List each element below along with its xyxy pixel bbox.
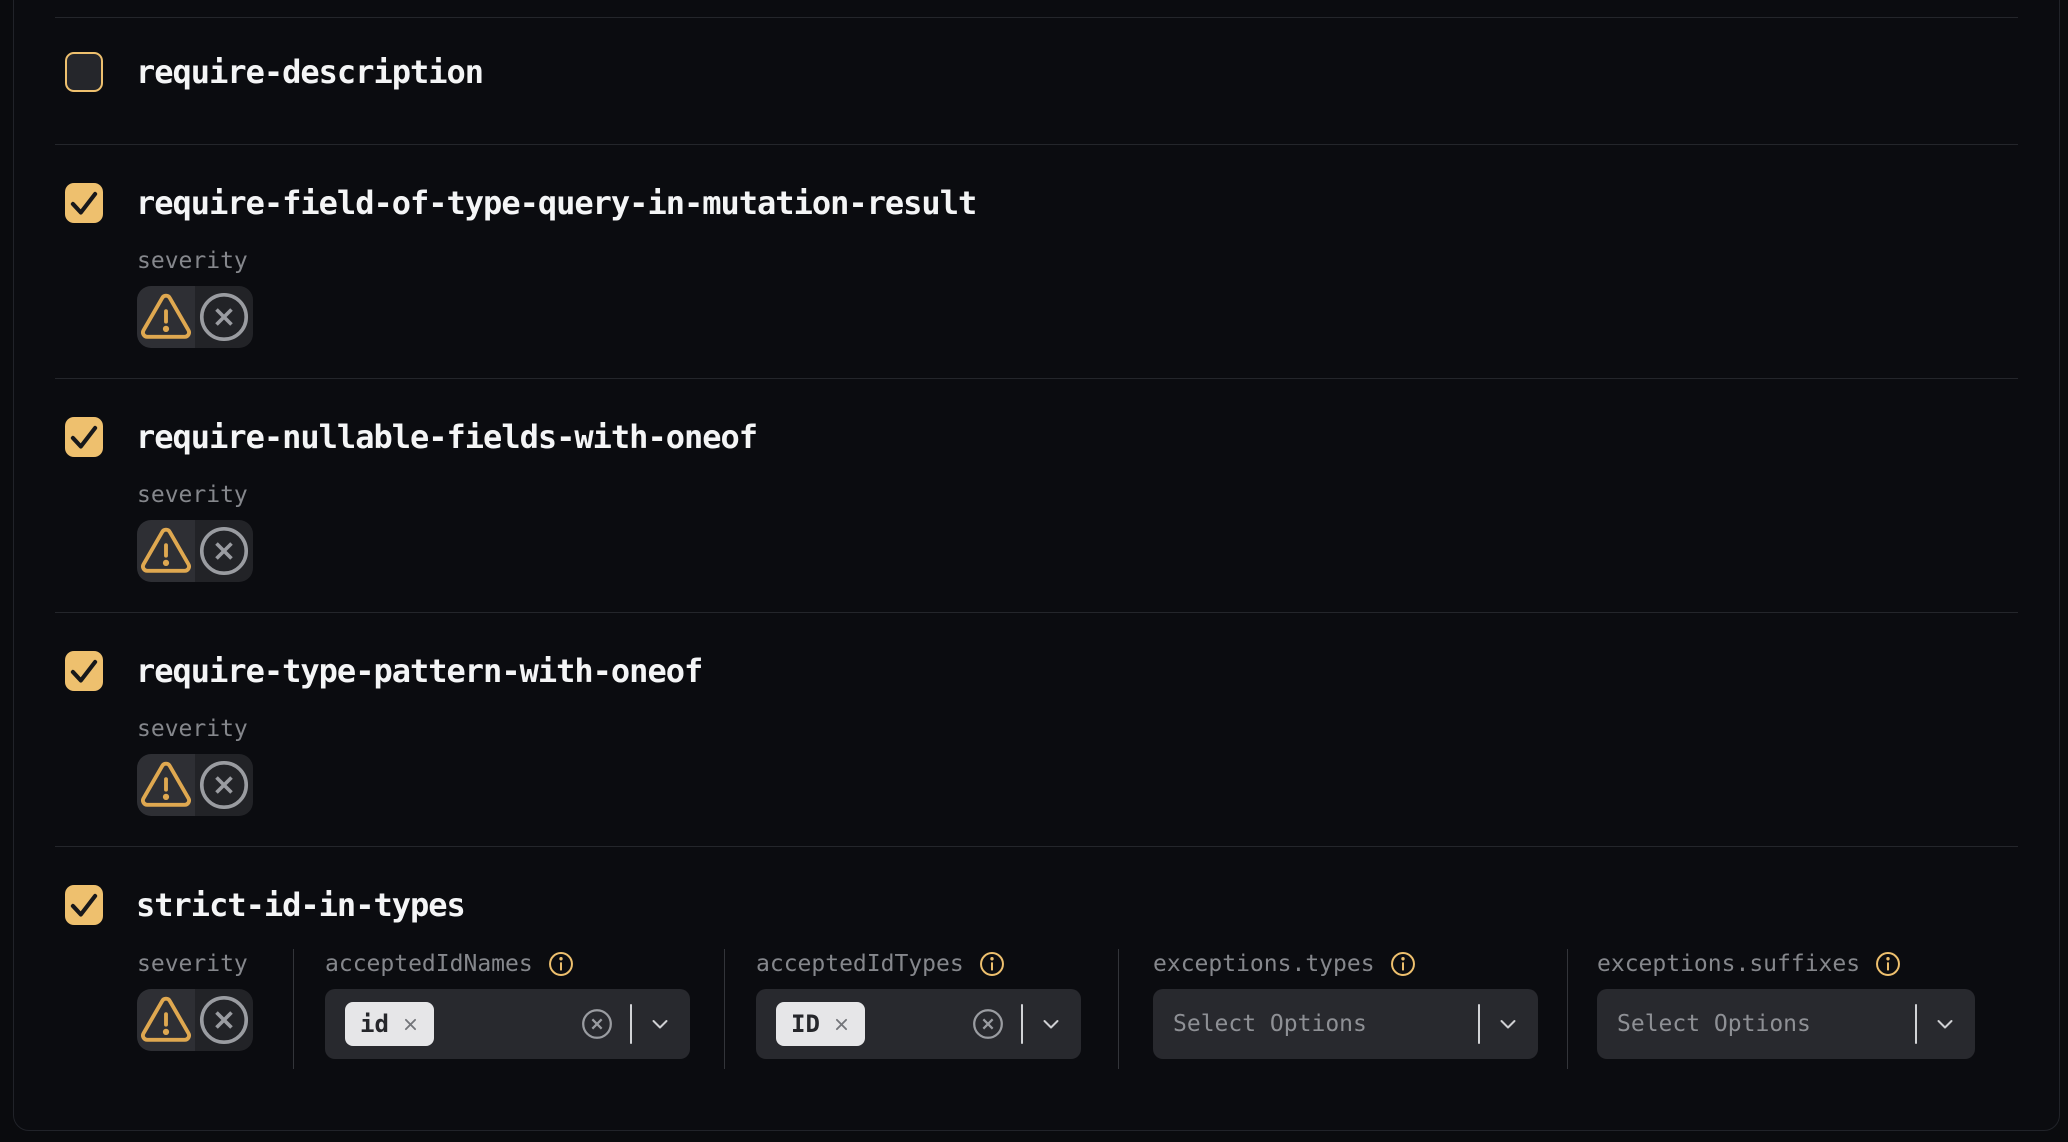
severity-control [137, 286, 253, 348]
rule-title: strict-id-in-types [136, 886, 465, 924]
rule-header: require-nullable-fields-with-oneof [55, 417, 2018, 457]
exceptions-types-multiselect[interactable]: Select Options [1153, 989, 1538, 1059]
column-divider [293, 949, 294, 1069]
check-icon [65, 183, 103, 223]
accepted-id-types-multiselect[interactable]: ID [756, 989, 1081, 1059]
tag-text: ID [791, 1010, 820, 1038]
severity-control [137, 520, 253, 582]
info-icon[interactable] [978, 950, 1006, 978]
tag-text: id [360, 1010, 389, 1038]
info-icon[interactable] [1874, 950, 1902, 978]
chevron-down-icon[interactable] [1496, 1012, 1520, 1036]
exceptions-suffixes-multiselect[interactable]: Select Options [1597, 989, 1975, 1059]
column-divider [1567, 949, 1568, 1069]
remove-tag-icon[interactable] [402, 1016, 419, 1033]
rule-header: require-field-of-type-query-in-mutation-… [55, 183, 2018, 223]
check-icon [65, 885, 103, 925]
info-icon[interactable] [547, 950, 575, 978]
circle-x-icon [195, 520, 253, 582]
chevron-down-icon[interactable] [1039, 1012, 1063, 1036]
warning-triangle-icon [137, 754, 195, 816]
circle-x-icon [579, 1006, 615, 1042]
remove-tag-icon[interactable] [833, 1016, 850, 1033]
warning-triangle-icon [137, 989, 195, 1051]
accepted-id-types-label: acceptedIdTypes [756, 949, 964, 979]
rule-title: require-type-pattern-with-oneof [136, 652, 702, 690]
clear-all-button[interactable] [970, 1006, 1006, 1042]
circle-x-icon [195, 989, 253, 1051]
severity-label: severity [137, 715, 2018, 743]
column-divider [1118, 949, 1119, 1069]
dropdown-placeholder: Select Options [1617, 1011, 1811, 1037]
accepted-id-names-label: acceptedIdNames [325, 949, 533, 979]
severity-off-button[interactable] [195, 989, 253, 1051]
rule-title: require-field-of-type-query-in-mutation-… [136, 184, 976, 222]
severity-label: severity [137, 247, 2018, 275]
circle-x-icon [195, 754, 253, 816]
exceptions-suffixes-column: exceptions.suffixes Select Options [1597, 949, 1975, 1059]
severity-warn-button[interactable] [137, 286, 195, 348]
check-icon [65, 651, 103, 691]
severity-off-button[interactable] [195, 286, 253, 348]
severity-off-button[interactable] [195, 520, 253, 582]
rule-row-require-description: require-description [55, 17, 2018, 144]
rule-header: require-description [55, 52, 2018, 92]
severity-control [137, 754, 253, 816]
clear-all-button[interactable] [579, 1006, 615, 1042]
rule-row-require-field-of-type-query-in-mutation-result: require-field-of-type-query-in-mutation-… [55, 144, 2018, 378]
accepted-id-types-column: acceptedIdTypes ID [756, 949, 1081, 1059]
rule-row-strict-id-in-types: strict-id-in-types severity acceptedIdNa… [55, 846, 2018, 1131]
exceptions-suffixes-label: exceptions.suffixes [1597, 949, 1860, 979]
accepted-id-names-multiselect[interactable]: id [325, 989, 690, 1059]
rule-checkbox-checked[interactable] [65, 183, 103, 223]
severity-column: severity [137, 949, 253, 1051]
rule-header: require-type-pattern-with-oneof [55, 651, 2018, 691]
rule-checkbox-checked[interactable] [65, 885, 103, 925]
exceptions-types-column: exceptions.types Select Options [1153, 949, 1538, 1059]
severity-label: severity [137, 481, 2018, 509]
selected-tag: ID [776, 1002, 865, 1046]
rule-checkbox-unchecked[interactable] [65, 52, 103, 92]
rule-options: severity acceptedIdNames [55, 949, 2018, 1069]
rule-options: severity [55, 247, 2018, 348]
chevron-down-icon[interactable] [648, 1012, 672, 1036]
dropdown-divider [1478, 1004, 1480, 1044]
column-divider [724, 949, 725, 1069]
rule-row-require-type-pattern-with-oneof: require-type-pattern-with-oneof severity [55, 612, 2018, 846]
selected-tag: id [345, 1002, 434, 1046]
warning-triangle-icon [137, 286, 195, 348]
severity-warn-button[interactable] [137, 754, 195, 816]
warning-triangle-icon [137, 520, 195, 582]
exceptions-types-label: exceptions.types [1153, 949, 1375, 979]
accepted-id-names-column: acceptedIdNames id [325, 949, 690, 1059]
rule-title: require-nullable-fields-with-oneof [136, 418, 757, 456]
severity-warn-button[interactable] [137, 989, 195, 1051]
check-icon [65, 417, 103, 457]
rules-panel: require-description require-field-of-typ… [13, 0, 2060, 1131]
rule-options: severity [55, 481, 2018, 582]
chevron-down-icon[interactable] [1933, 1012, 1957, 1036]
circle-x-icon [195, 286, 253, 348]
severity-label: severity [137, 949, 253, 979]
circle-x-icon [970, 1006, 1006, 1042]
rule-title: require-description [136, 53, 483, 91]
dropdown-divider [1915, 1004, 1917, 1044]
info-icon[interactable] [1389, 950, 1417, 978]
dropdown-divider [1021, 1004, 1023, 1044]
dropdown-divider [630, 1004, 632, 1044]
severity-control [137, 989, 253, 1051]
rule-header: strict-id-in-types [55, 885, 2018, 925]
rule-row-require-nullable-fields-with-oneof: require-nullable-fields-with-oneof sever… [55, 378, 2018, 612]
rule-checkbox-checked[interactable] [65, 417, 103, 457]
severity-warn-button[interactable] [137, 520, 195, 582]
severity-off-button[interactable] [195, 754, 253, 816]
rule-options: severity [55, 715, 2018, 816]
rule-checkbox-checked[interactable] [65, 651, 103, 691]
dropdown-placeholder: Select Options [1173, 1011, 1367, 1037]
